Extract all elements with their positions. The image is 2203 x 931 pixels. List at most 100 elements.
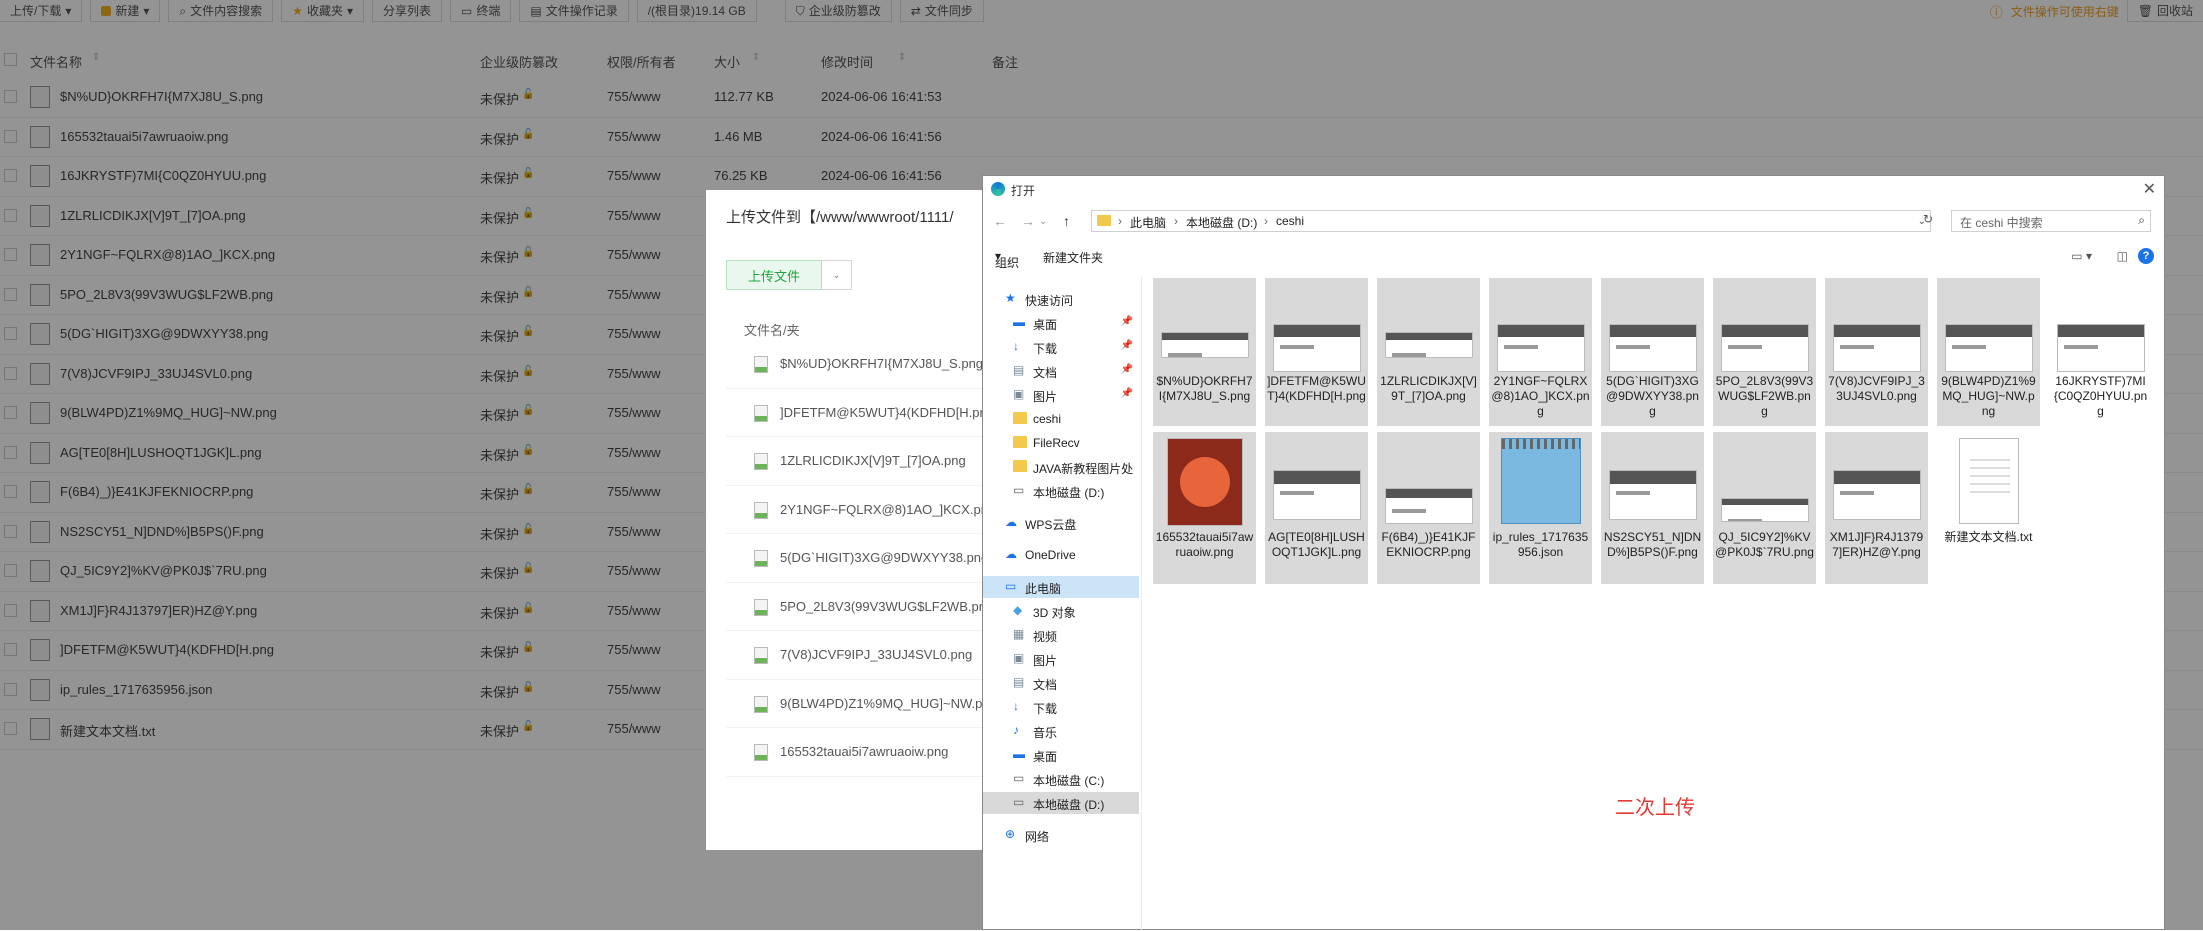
- documents-icon: ▤: [1013, 675, 1025, 689]
- file-tile[interactable]: XM1J]F}R4J13797]ER)HZ@Y.png: [1825, 432, 1928, 584]
- upload-item-name: ]DFETFM@K5WUT}4(KDFHD[H.png: [780, 404, 994, 420]
- file-tile[interactable]: AG[TE0[8H]LUSHOQT1JGK]L.png: [1265, 432, 1368, 584]
- nav-item[interactable]: ▤ 文档 📌: [983, 360, 1139, 382]
- image-thumbnail: [1833, 470, 1921, 520]
- back-arrow-icon[interactable]: ←: [993, 213, 1007, 229]
- nav-item-label: 快速访问: [1025, 294, 1074, 308]
- file-tile[interactable]: ]DFETFM@K5WUT}4(KDFHD[H.png: [1265, 278, 1368, 426]
- image-file-icon: [754, 453, 768, 470]
- nav-item[interactable]: ♪ 音乐: [983, 720, 1139, 742]
- upload-list-item: 5(DG`HIGIT)3XG@9DWXYY38.png: [726, 534, 1006, 583]
- cube-3d-icon: ◆: [1013, 603, 1023, 617]
- upload-list-item: 2Y1NGF~FQLRX@8)1AO_]KCX.png: [726, 486, 1006, 534]
- nav-item[interactable]: ↓ 下载: [983, 696, 1139, 718]
- nav-item-label: 网络: [1025, 830, 1050, 844]
- pin-icon: 📌: [1120, 340, 1133, 351]
- upload-file-list: $N%UD}OKRFH7I{M7XJ8U_S.png ]DFETFM@K5WUT}…: [726, 340, 1006, 777]
- navigation-bar: ← → ⌄ ↑ › 此电脑 › 本地磁盘 (D:) › ceshi ⌄ ↻ 在 …: [983, 208, 2164, 236]
- image-thumbnail: [1161, 332, 1249, 358]
- file-tile[interactable]: F(6B4)_)}E41KJFEKNIOCRP.png: [1377, 432, 1480, 584]
- file-tile[interactable]: QJ_5IC9Y2]%KV@PK0J$`7RU.png: [1713, 432, 1816, 584]
- notepad-file-icon: [1501, 438, 1581, 524]
- folder-search-input[interactable]: 在 ceshi 中搜索 ⌕: [1951, 210, 2151, 232]
- upload-item-name: 9(BLW4PD)Z1%9MQ_HUG]~NW.png: [780, 695, 997, 711]
- help-icon[interactable]: ?: [2138, 248, 2154, 264]
- organize-button[interactable]: 组织 ▾: [995, 249, 1019, 270]
- dialog-title: 打开: [1011, 184, 1036, 198]
- nav-item[interactable]: ▬ 桌面 📌: [983, 312, 1139, 334]
- nav-item[interactable]: ▭ 本地磁盘 (D:): [983, 792, 1139, 814]
- nav-item[interactable]: ▣ 图片: [983, 648, 1139, 670]
- close-icon[interactable]: ✕: [2143, 179, 2156, 199]
- forward-arrow-icon[interactable]: →: [1021, 213, 1035, 229]
- nav-item[interactable]: ▦ 视频: [983, 624, 1139, 646]
- file-tile[interactable]: 5(DG`HIGIT)3XG@9DWXYY38.png: [1601, 278, 1704, 426]
- recent-dropdown-icon[interactable]: ⌄: [1039, 216, 1047, 227]
- nav-item-label: 下载: [1033, 702, 1058, 716]
- file-tile[interactable]: 9(BLW4PD)Z1%9MQ_HUG]~NW.png: [1937, 278, 2040, 426]
- file-tile[interactable]: NS2SCY51_N]DND%]B5PS()F.png: [1601, 432, 1704, 584]
- image-thumbnail: [1945, 324, 2033, 372]
- pictures-icon: ▣: [1013, 387, 1025, 401]
- nav-item[interactable]: ▭ 此电脑: [983, 576, 1139, 598]
- desktop-icon: ▬: [1013, 747, 1025, 761]
- file-tile[interactable]: ip_rules_1717635956.json: [1489, 432, 1592, 584]
- nav-item-label: 视频: [1033, 630, 1058, 644]
- image-thumbnail: [2057, 324, 2145, 372]
- upload-item-name: 165532tauai5i7awruaoiw.png: [780, 744, 949, 759]
- view-options-icon[interactable]: ▭ ▾: [2071, 249, 2092, 263]
- nav-item[interactable]: ceshi: [983, 408, 1139, 430]
- nav-item[interactable]: FileRecv: [983, 432, 1139, 454]
- file-tile[interactable]: 2Y1NGF~FQLRX@8)1AO_]KCX.png: [1489, 278, 1592, 426]
- upload-file-button[interactable]: 上传文件: [726, 260, 822, 290]
- nav-item-label: ceshi: [1033, 412, 1062, 426]
- preview-pane-icon[interactable]: ◫: [2117, 249, 2128, 263]
- image-thumbnail: [1385, 332, 1473, 358]
- upload-options-dropdown[interactable]: ⌄: [822, 260, 852, 290]
- nav-item-label: 本地磁盘 (C:): [1033, 774, 1105, 788]
- nav-item[interactable]: ☁ WPS云盘: [983, 512, 1139, 534]
- file-tile[interactable]: 1ZLRLICDIKJX[V]9T_[7]OA.png: [1377, 278, 1480, 426]
- breadcrumb-ceshi[interactable]: ceshi: [1276, 214, 1304, 228]
- refresh-icon[interactable]: ↻: [1923, 212, 1933, 226]
- nav-item[interactable]: ☁ OneDrive: [983, 544, 1139, 566]
- new-folder-button[interactable]: 新建文件夹: [1043, 249, 1103, 266]
- nav-item[interactable]: ▤ 文档: [983, 672, 1139, 694]
- nav-item[interactable]: JAVA新教程图片处理: [983, 456, 1139, 478]
- nav-item-label: 桌面: [1033, 318, 1058, 332]
- command-bar: 组织 ▾ 新建文件夹 ▭ ▾ ◫ ?: [983, 244, 2164, 270]
- pin-icon: 📌: [1120, 388, 1133, 399]
- nav-item[interactable]: ▬ 桌面: [983, 744, 1139, 766]
- nav-item[interactable]: ▭ 本地磁盘 (C:): [983, 768, 1139, 790]
- computer-icon: ▭: [1005, 579, 1017, 593]
- nav-item[interactable]: ★ 快速访问: [983, 288, 1139, 310]
- nav-item-label: 图片: [1033, 390, 1058, 404]
- nav-item[interactable]: ⊕ 网络: [983, 824, 1139, 846]
- file-tile[interactable]: 165532tauai5i7awruaoiw.png: [1153, 432, 1256, 584]
- breadcrumb-sep-icon: ›: [1264, 214, 1268, 228]
- up-arrow-icon[interactable]: ↑: [1063, 213, 1070, 229]
- edge-logo-icon: [991, 182, 1005, 196]
- download-icon: ↓: [1013, 699, 1019, 713]
- upload-item-name: 2Y1NGF~FQLRX@8)1AO_]KCX.png: [780, 501, 996, 517]
- nav-item-label: 桌面: [1033, 750, 1058, 764]
- image-file-icon: [754, 695, 768, 713]
- image-file-icon: [754, 356, 768, 373]
- nav-item[interactable]: ▣ 图片 📌: [983, 384, 1139, 406]
- upload-dialog: 上传文件到【/www/wwwroot/1111/ 上传文件 ⌄ 文件名/夹 $N…: [706, 190, 1006, 850]
- file-tile-name: 7(V8)JCVF9IPJ_33UJ4SVL0.png: [1828, 374, 1925, 403]
- nav-item[interactable]: ◆ 3D 对象: [983, 600, 1139, 622]
- breadcrumb-drive-d[interactable]: 本地磁盘 (D:): [1186, 214, 1257, 231]
- file-tile[interactable]: 16JKRYSTF)7MI{C0QZ0HYUU.png: [2049, 278, 2152, 426]
- address-bar[interactable]: › 此电脑 › 本地磁盘 (D:) › ceshi ⌄: [1091, 210, 1931, 232]
- nav-item[interactable]: ↓ 下载 📌: [983, 336, 1139, 358]
- file-tile[interactable]: 5PO_2L8V3(99V3WUG$LF2WB.png: [1713, 278, 1816, 426]
- onedrive-icon: ☁: [1005, 547, 1017, 561]
- breadcrumb-this-pc[interactable]: 此电脑: [1130, 214, 1166, 231]
- file-tile[interactable]: $N%UD}OKRFH7I{M7XJ8U_S.png: [1153, 278, 1256, 426]
- image-file-icon: [754, 501, 768, 519]
- nav-item[interactable]: ▭ 本地磁盘 (D:): [983, 480, 1139, 502]
- file-tile[interactable]: 新建文本文档.txt: [1937, 432, 2040, 584]
- file-tile[interactable]: 7(V8)JCVF9IPJ_33UJ4SVL0.png: [1825, 278, 1928, 426]
- upload-item-name: $N%UD}OKRFH7I{M7XJ8U_S.png: [780, 356, 984, 371]
